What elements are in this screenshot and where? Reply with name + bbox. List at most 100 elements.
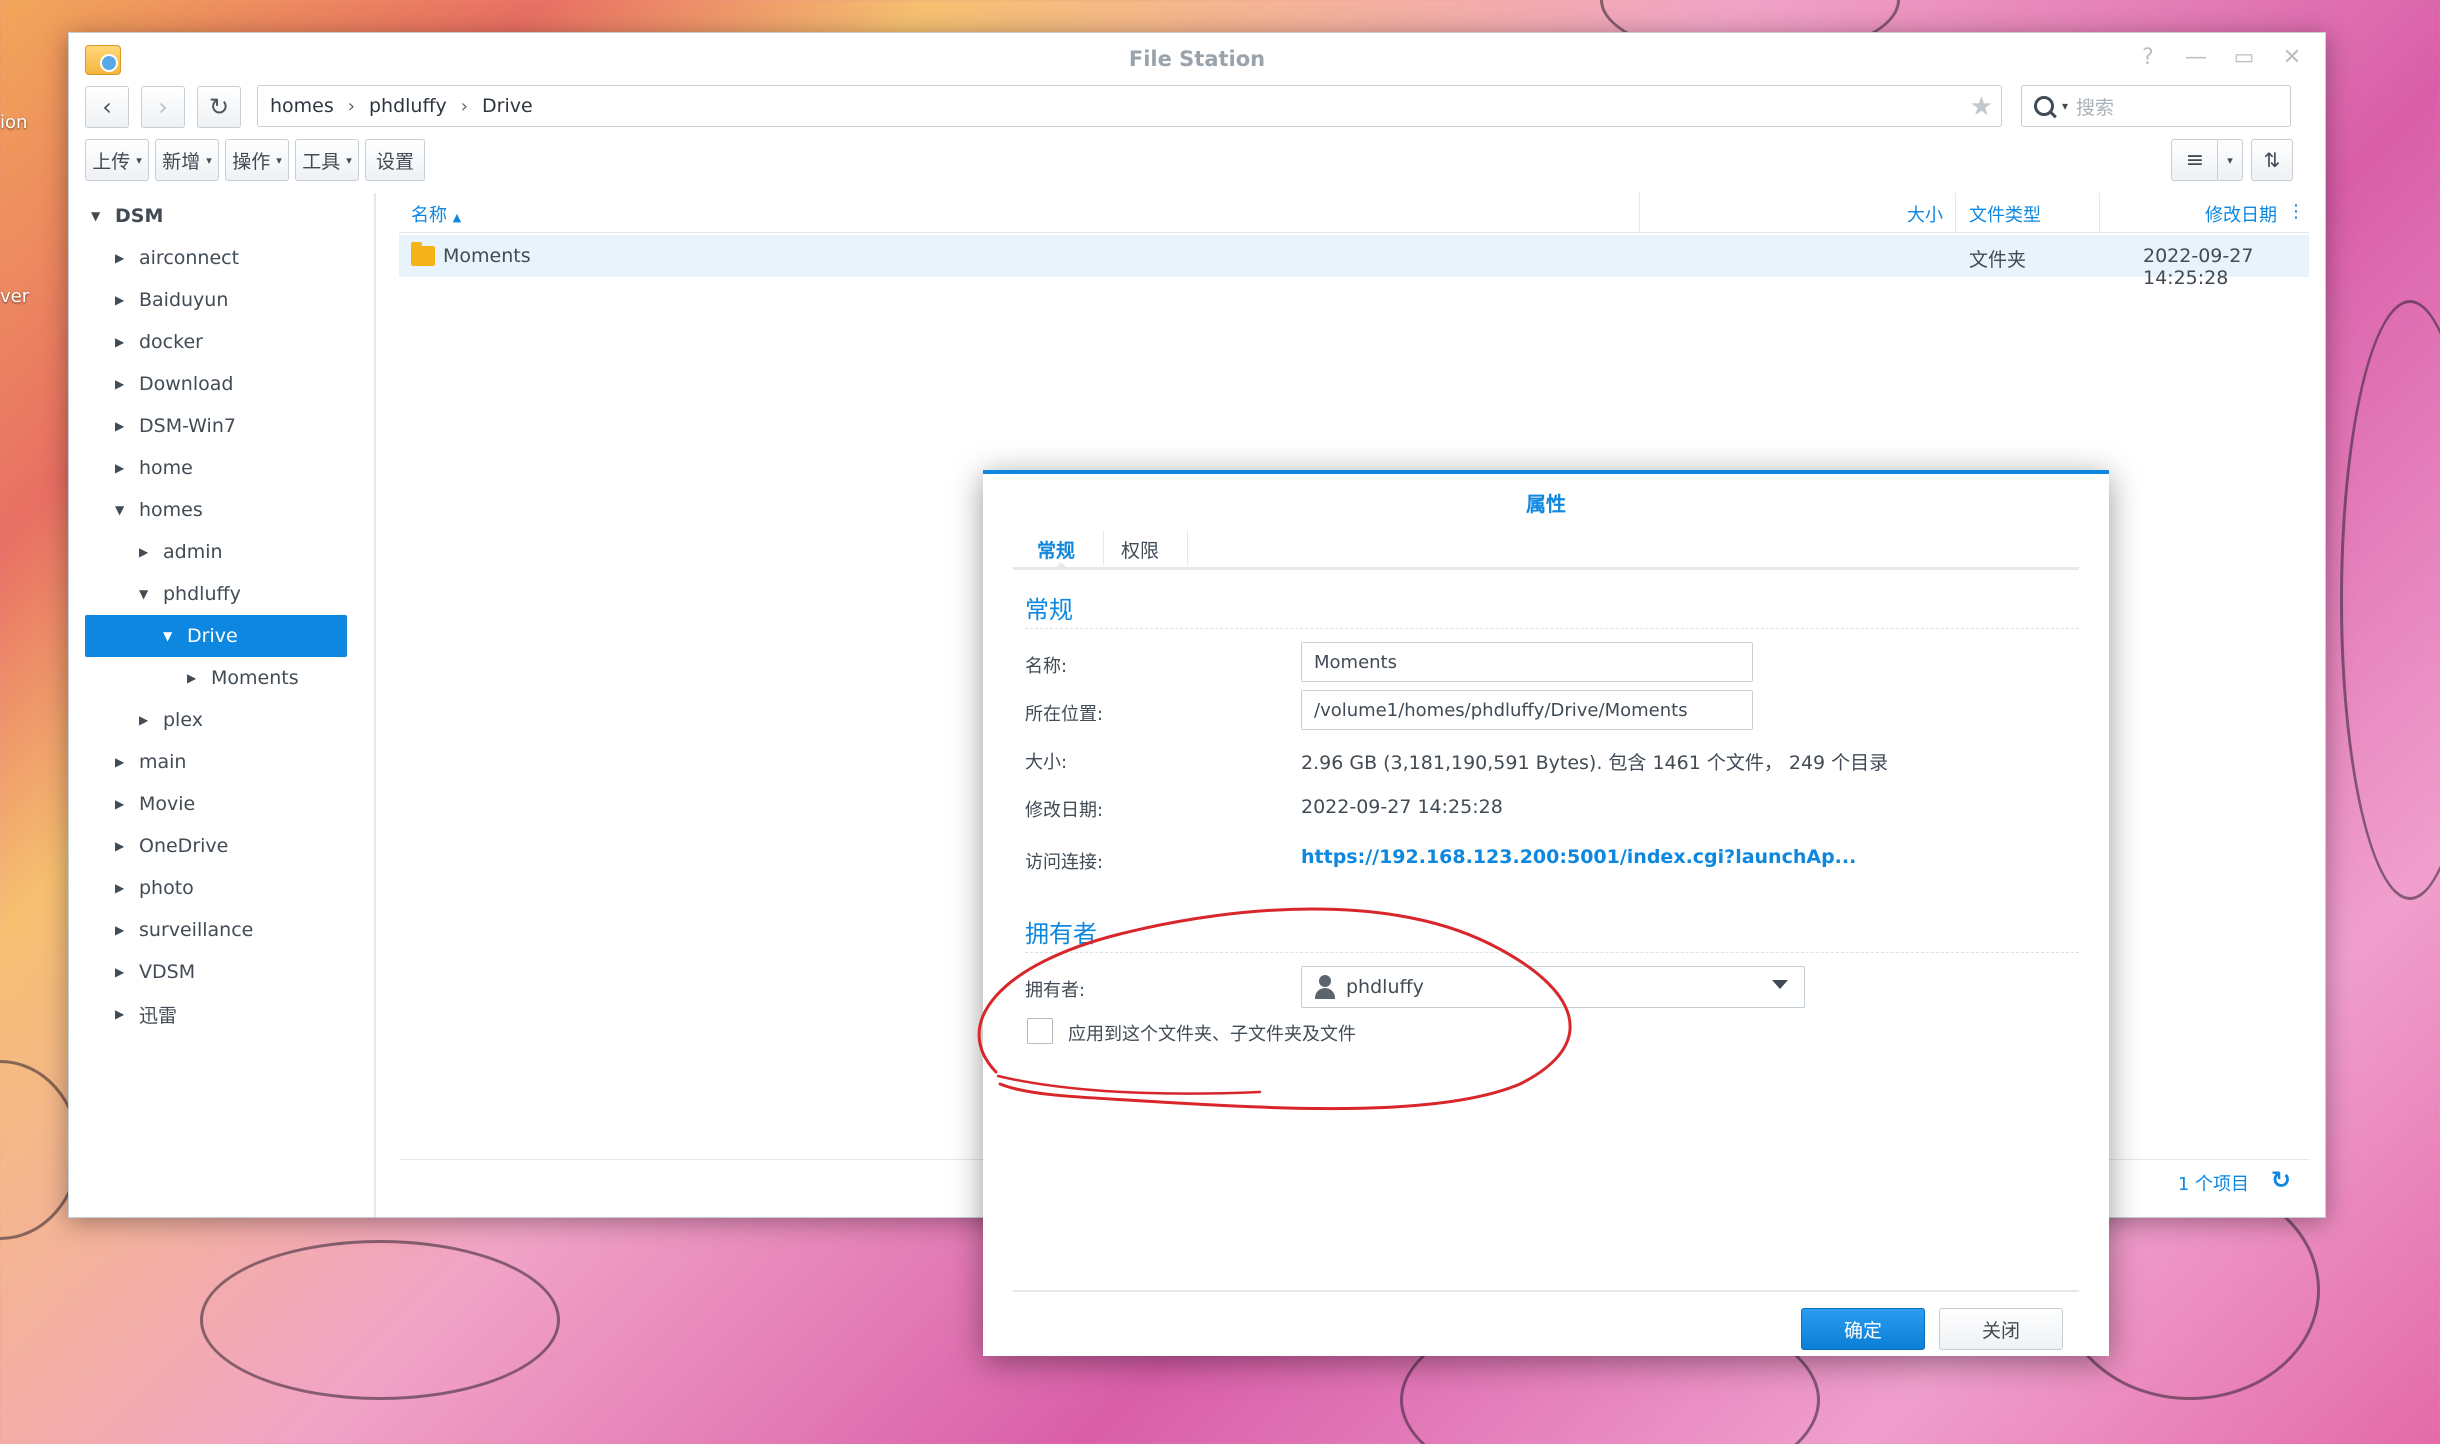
tree-item-phdluffy[interactable]: ▼ phdluffy (85, 573, 365, 615)
caret-right-icon[interactable]: ▶ (115, 335, 129, 349)
caret-right-icon[interactable]: ▶ (139, 713, 153, 727)
upload-button[interactable]: 上传 ▾ (85, 139, 149, 181)
caret-down-icon[interactable]: ▼ (115, 503, 129, 517)
sidebar-divider[interactable] (374, 193, 376, 1217)
tab-divider (1187, 530, 1188, 564)
caret-down-icon[interactable]: ▼ (139, 587, 153, 601)
caret-right-icon[interactable]: ▶ (115, 251, 129, 265)
breadcrumb-item-homes[interactable]: homes (270, 95, 334, 117)
column-divider[interactable] (1639, 193, 1640, 233)
table-row[interactable]: Moments 文件夹 2022-09-27 14:25:28 (399, 235, 2309, 289)
caret-right-icon[interactable]: ▶ (115, 839, 129, 853)
caret-right-icon[interactable]: ▶ (115, 797, 129, 811)
caret-right-icon[interactable]: ▶ (115, 461, 129, 475)
caret-right-icon[interactable]: ▶ (115, 293, 129, 307)
tree-item-dsm[interactable]: ▼ DSM (85, 195, 365, 237)
column-menu-icon[interactable]: ⋮ (2287, 201, 2305, 222)
location-field[interactable] (1301, 690, 1753, 730)
settings-button[interactable]: 设置 (365, 139, 425, 181)
tree-item-label: home (139, 457, 193, 479)
tree-item-homes[interactable]: ▼ homes (85, 489, 365, 531)
caret-right-icon[interactable]: ▶ (187, 671, 201, 685)
column-name-header[interactable]: 名称 ▲ (411, 201, 461, 227)
desktop-edge-label[interactable]: ver (0, 286, 29, 307)
tree-item-movie[interactable]: ▶ Movie (85, 783, 365, 825)
breadcrumb-item-phdluffy[interactable]: phdluffy (369, 95, 447, 117)
refresh-icon[interactable]: ↻ (2271, 1166, 2291, 1194)
column-type-header[interactable]: 文件类型 (1969, 201, 2041, 227)
dialog-title: 属性 (1526, 492, 1566, 516)
tree-item-plex[interactable]: ▶ plex (85, 699, 365, 741)
apply-recursive-checkbox[interactable] (1027, 1018, 1053, 1044)
tree-item-home[interactable]: ▶ home (85, 447, 365, 489)
tree-item-photo[interactable]: ▶ photo (85, 867, 365, 909)
view-dropdown-button[interactable]: ▾ (2217, 139, 2243, 181)
tree-item-docker[interactable]: ▶ docker (85, 321, 365, 363)
breadcrumb-separator-icon: › (347, 95, 355, 117)
tab-general[interactable]: 常规 (1037, 536, 1075, 563)
column-divider[interactable] (2099, 193, 2100, 233)
close-button[interactable]: 关闭 (1939, 1308, 2063, 1350)
caret-right-icon[interactable]: ▶ (139, 545, 153, 559)
caret-right-icon[interactable]: ▶ (115, 1007, 129, 1021)
list-view-icon: ≡ (2185, 147, 2205, 173)
back-button[interactable]: ‹ (85, 86, 129, 128)
title-bar[interactable]: File Station ? — ▭ ✕ (69, 33, 2325, 89)
column-divider[interactable] (1955, 193, 1956, 233)
caret-right-icon[interactable]: ▶ (115, 377, 129, 391)
refresh-button[interactable]: ↻ (197, 86, 241, 128)
tree-item-airconnect[interactable]: ▶ airconnect (85, 237, 365, 279)
caret-right-icon[interactable]: ▶ (115, 881, 129, 895)
breadcrumb[interactable]: homes › phdluffy › Drive ★ (257, 85, 2002, 127)
sort-button[interactable]: ⇅ (2251, 139, 2293, 181)
caret-right-icon[interactable]: ▶ (115, 755, 129, 769)
size-label: 大小: (1025, 752, 1068, 773)
user-icon (1314, 975, 1336, 999)
tree-item-drive[interactable]: ▼ Drive (85, 615, 347, 657)
minimize-icon[interactable]: — (2183, 45, 2209, 70)
view-list-button[interactable]: ≡ (2171, 139, 2219, 181)
tree-item-baiduyun[interactable]: ▶ Baiduyun (85, 279, 365, 321)
ok-button[interactable]: 确定 (1801, 1308, 1925, 1350)
tree-item-moments[interactable]: ▶ Moments (85, 657, 365, 699)
tree-item-admin[interactable]: ▶ admin (85, 531, 365, 573)
caret-right-icon[interactable]: ▶ (115, 965, 129, 979)
breadcrumb-item-drive[interactable]: Drive (482, 95, 533, 117)
chevron-down-icon[interactable]: ▾ (2062, 99, 2068, 113)
chevron-down-icon: ▾ (346, 153, 352, 167)
column-size-header[interactable]: 大小 (1907, 201, 1943, 227)
tree-item-label: phdluffy (163, 583, 241, 605)
desktop-edge-label[interactable]: ion (0, 112, 27, 133)
sort-icon: ⇅ (2263, 148, 2281, 172)
tree-item-xunlei[interactable]: ▶ 迅雷 (85, 993, 365, 1035)
tree-item-download[interactable]: ▶ Download (85, 363, 365, 405)
help-icon[interactable]: ? (2135, 45, 2161, 70)
caret-down-icon[interactable]: ▼ (91, 209, 105, 223)
tools-button[interactable]: 工具 ▾ (295, 139, 359, 181)
tree-item-surveillance[interactable]: ▶ surveillance (85, 909, 365, 951)
tree-item-label: surveillance (139, 919, 254, 941)
tree-item-vdsm[interactable]: ▶ VDSM (85, 951, 365, 993)
sort-ascending-icon: ▲ (452, 211, 462, 224)
search-placeholder: 搜索 (2076, 96, 2115, 119)
favorite-star-icon[interactable]: ★ (1970, 92, 1993, 122)
tab-permissions[interactable]: 权限 (1121, 536, 1159, 563)
tree-item-onedrive[interactable]: ▶ OneDrive (85, 825, 365, 867)
access-link[interactable]: https://192.168.123.200:5001/index.cgi?l… (1301, 846, 1856, 868)
create-button[interactable]: 新增 ▾ (155, 139, 219, 181)
tree-item-label: DSM-Win7 (139, 415, 236, 437)
caret-down-icon[interactable]: ▼ (163, 629, 177, 643)
close-icon[interactable]: ✕ (2279, 45, 2305, 70)
caret-right-icon[interactable]: ▶ (115, 419, 129, 433)
tree-item-dsm-win7[interactable]: ▶ DSM-Win7 (85, 405, 365, 447)
name-field[interactable] (1301, 642, 1753, 682)
search-input[interactable]: ▾ 搜索 (2021, 85, 2291, 127)
action-button[interactable]: 操作 ▾ (225, 139, 289, 181)
tree-item-main[interactable]: ▶ main (85, 741, 365, 783)
owner-select[interactable]: phdluffy (1301, 966, 1805, 1008)
chevron-down-icon: ▾ (206, 153, 212, 167)
caret-right-icon[interactable]: ▶ (115, 923, 129, 937)
forward-button[interactable]: › (141, 86, 185, 128)
maximize-icon[interactable]: ▭ (2231, 45, 2257, 70)
column-modified-header[interactable]: 修改日期 (2205, 201, 2277, 227)
